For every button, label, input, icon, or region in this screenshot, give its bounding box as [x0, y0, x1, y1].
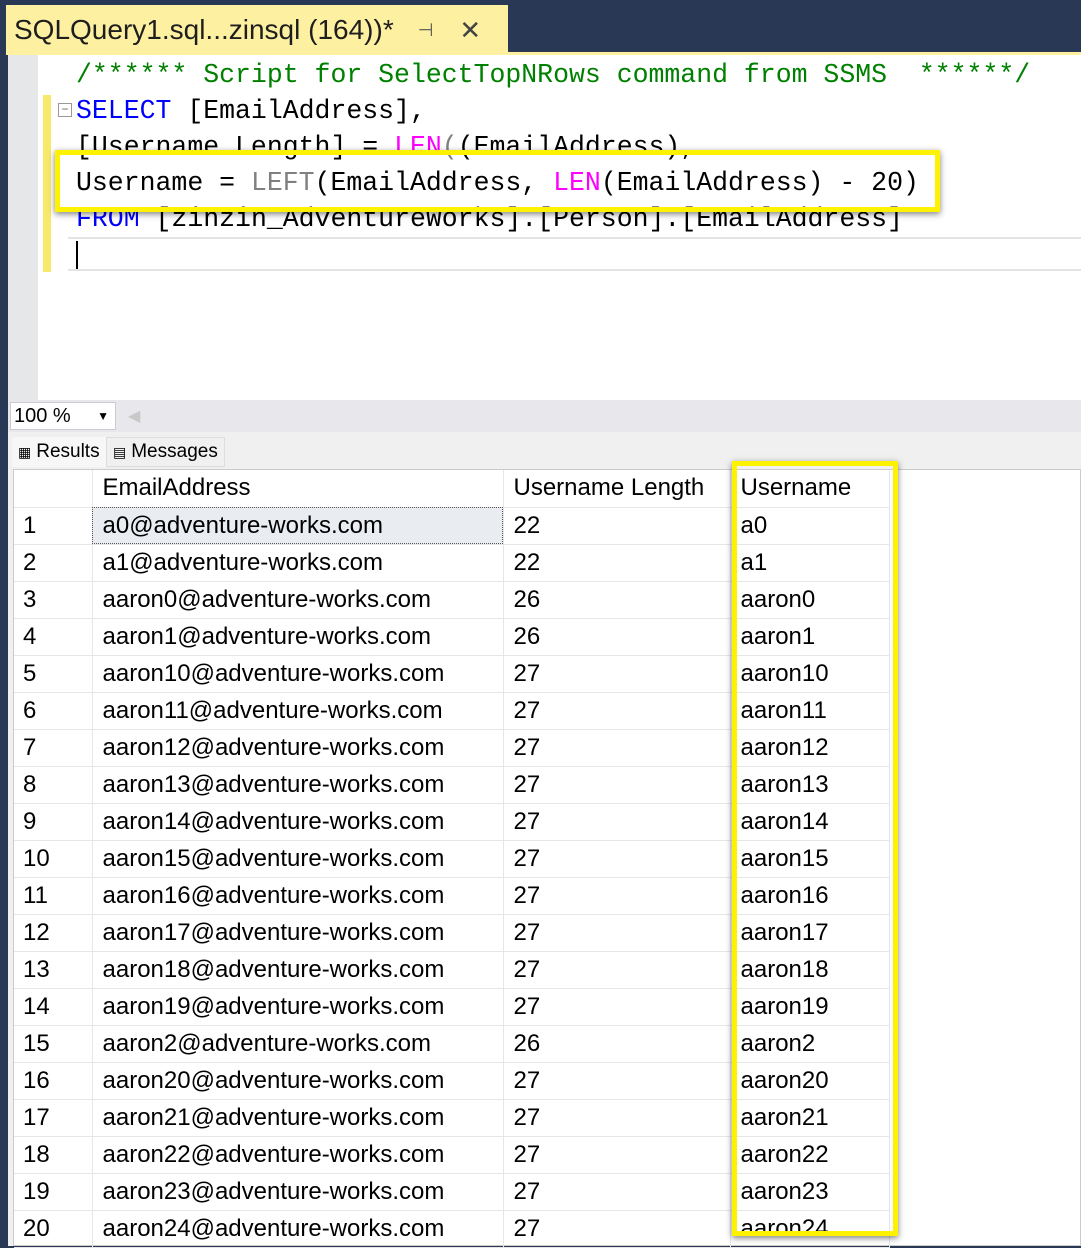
grid-cell[interactable]: 27 [503, 1062, 731, 1100]
grid-cell[interactable]: 22 [503, 507, 731, 545]
grid-cell[interactable]: 15 [14, 1025, 93, 1063]
tab-title: SQLQuery1.sql...zinsql (164))* [14, 14, 394, 45]
tab-results[interactable]: ▦ Results [12, 437, 106, 467]
grid-cell[interactable]: 27 [503, 988, 731, 1026]
grid-cell[interactable]: aaron1@adventure-works.com [92, 618, 504, 656]
grid-cell[interactable]: 10 [14, 840, 93, 878]
grid-cell[interactable]: 26 [503, 618, 731, 656]
grid-cell[interactable]: 26 [503, 1025, 731, 1063]
code-line-1: SELECT [EmailAddress], [76, 93, 1030, 129]
grid-cell[interactable]: 27 [503, 1173, 731, 1211]
grid-cell[interactable]: 27 [503, 877, 731, 915]
column-header[interactable]: Username Length [503, 470, 731, 508]
grid-cell[interactable]: aaron23@adventure-works.com [92, 1173, 504, 1211]
grid-cell[interactable]: 22 [503, 544, 731, 582]
grid-cell[interactable]: aaron17@adventure-works.com [92, 914, 504, 952]
scroll-left-icon[interactable]: ◀ [128, 406, 140, 426]
change-bar [43, 95, 51, 272]
grid-icon: ▦ [18, 443, 32, 460]
grid-cell[interactable]: 27 [503, 655, 731, 693]
grid-cell[interactable]: 27 [503, 914, 731, 952]
zoom-bar: 100 % ▼ ◀ [8, 400, 1081, 432]
grid-cell[interactable]: 13 [14, 951, 93, 989]
column-header[interactable]: EmailAddress [92, 470, 504, 508]
grid-cell[interactable]: 2 [14, 544, 93, 582]
grid-cell[interactable]: aaron11@adventure-works.com [92, 692, 504, 730]
grid-cell[interactable]: aaron21@adventure-works.com [92, 1099, 504, 1137]
grid-cell[interactable]: 9 [14, 803, 93, 841]
document-tab[interactable]: SQLQuery1.sql...zinsql (164))* ⊣ ✕ [6, 5, 508, 55]
messages-icon: ▤ [113, 443, 127, 460]
grid-cell[interactable]: 19 [14, 1173, 93, 1211]
grid-cell[interactable]: 8 [14, 766, 93, 804]
close-icon[interactable]: ✕ [459, 15, 481, 46]
highlight-box-code [55, 150, 940, 212]
code-span: [EmailAddress], [171, 96, 426, 126]
grid-cell[interactable]: 27 [503, 1099, 731, 1137]
grid-cell[interactable]: aaron19@adventure-works.com [92, 988, 504, 1026]
grid-cell[interactable]: aaron20@adventure-works.com [92, 1062, 504, 1100]
grid-cell[interactable]: aaron18@adventure-works.com [92, 951, 504, 989]
chevron-down-icon[interactable]: ▼ [97, 403, 109, 429]
results-grid[interactable]: EmailAddress Username Length Username 1 a0@a… [13, 469, 1081, 1248]
grid-cell[interactable]: 27 [503, 803, 731, 841]
grid-cell[interactable]: aaron24@adventure-works.com [92, 1210, 504, 1248]
grid-cell[interactable]: 18 [14, 1136, 93, 1174]
grid-cell[interactable]: aaron12@adventure-works.com [92, 729, 504, 767]
grid-cell[interactable]: 14 [14, 988, 93, 1026]
grid-cell[interactable]: 17 [14, 1099, 93, 1137]
grid-cell[interactable]: aaron15@adventure-works.com [92, 840, 504, 878]
query-editor[interactable]: − /****** Script for SelectTopNRows comm… [8, 55, 1081, 400]
code-comment: /****** Script for SelectTopNRows comman… [76, 60, 1031, 90]
zoom-value: 100 % [14, 405, 71, 427]
grid-cell[interactable]: 6 [14, 692, 93, 730]
grid-cell[interactable]: aaron13@adventure-works.com [92, 766, 504, 804]
grid-cell[interactable]: 27 [503, 1210, 731, 1248]
grid-cell[interactable]: 4 [14, 618, 93, 656]
pin-icon[interactable]: ⊣ [418, 20, 434, 41]
grid-cell[interactable]: aaron14@adventure-works.com [92, 803, 504, 841]
grid-cell[interactable]: 27 [503, 840, 731, 878]
grid-cell[interactable]: 20 [14, 1210, 93, 1248]
text-caret [76, 241, 78, 269]
zoom-select[interactable]: 100 % ▼ [10, 402, 116, 430]
tab-messages[interactable]: ▤ Messages [106, 437, 225, 467]
grid-cell[interactable]: a1@adventure-works.com [92, 544, 504, 582]
grid-cell[interactable]: a0@adventure-works.com [92, 507, 504, 545]
grid-cell[interactable]: 27 [503, 951, 731, 989]
grid-cell[interactable]: 7 [14, 729, 93, 767]
grid-cell[interactable]: 1 [14, 507, 93, 545]
grid-cell[interactable]: aaron22@adventure-works.com [92, 1136, 504, 1174]
grid-cell[interactable]: 12 [14, 914, 93, 952]
tab-label: Results [36, 441, 100, 462]
current-line [68, 237, 1081, 271]
highlight-box-username-column [732, 461, 898, 1236]
grid-cell[interactable]: 27 [503, 766, 731, 804]
grid-cell[interactable]: 26 [503, 581, 731, 619]
grid-cell[interactable]: 27 [503, 692, 731, 730]
tab-label: Messages [131, 441, 218, 462]
grid-cell[interactable]: aaron2@adventure-works.com [92, 1025, 504, 1063]
grid-cell[interactable]: 3 [14, 581, 93, 619]
grid-cell[interactable]: 16 [14, 1062, 93, 1100]
results-pane: ▦ Results ▤ Messages EmailAddress Username … [8, 432, 1081, 1248]
grid-cell[interactable]: 11 [14, 877, 93, 915]
grid-cell[interactable]: aaron10@adventure-works.com [92, 655, 504, 693]
keyword: SELECT [76, 96, 172, 126]
grid-cell[interactable]: 27 [503, 729, 731, 767]
grid-cell[interactable]: 5 [14, 655, 93, 693]
column-header[interactable] [14, 470, 93, 508]
collapse-icon[interactable]: − [58, 103, 72, 117]
grid-cell[interactable]: aaron16@adventure-works.com [92, 877, 504, 915]
grid-cell[interactable]: 27 [503, 1136, 731, 1174]
grid-cell[interactable]: aaron0@adventure-works.com [92, 581, 504, 619]
editor-margin [8, 55, 38, 400]
